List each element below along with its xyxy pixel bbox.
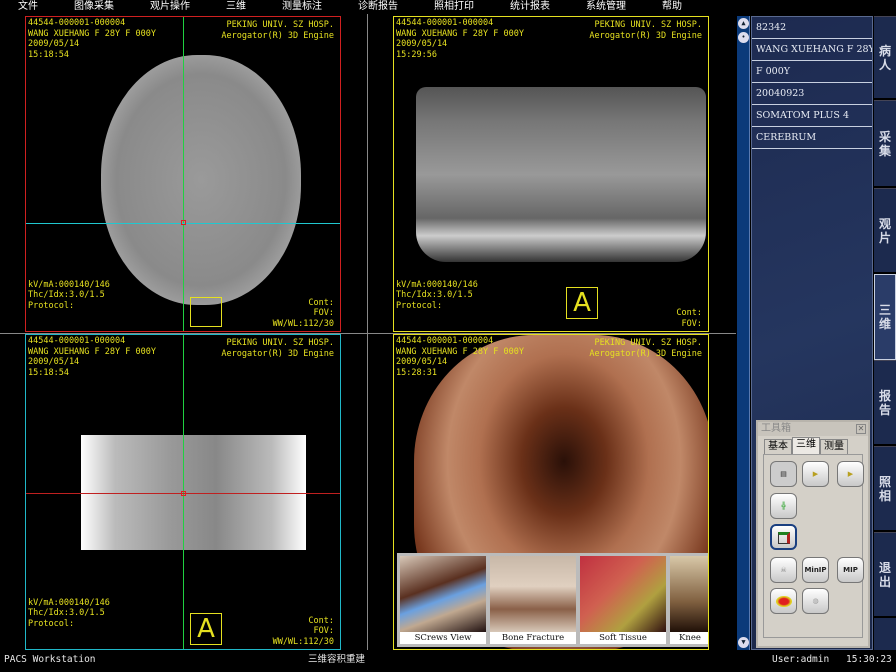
info-patient-name: WANG XUEHANG F 28Y <box>752 39 872 61</box>
info-scrollbar[interactable]: ▲ • ▼ <box>737 16 750 650</box>
ct-axial-image <box>101 55 301 305</box>
menu-measure[interactable]: 测量标注 <box>282 0 322 14</box>
tab-report[interactable]: 报告 <box>874 360 896 446</box>
status-user: User:admin <box>772 654 830 665</box>
preset-screws-view[interactable]: SCrews View <box>400 556 486 644</box>
scroll-up-icon[interactable]: ▲ <box>738 18 749 29</box>
minip-button[interactable]: MinIP <box>802 557 829 583</box>
menu-view[interactable]: 观片操作 <box>150 0 190 14</box>
skull-icon[interactable]: ☠ <box>770 557 797 583</box>
open-folder-icon[interactable]: ▶ <box>802 461 829 487</box>
scroll-down-icon[interactable]: ▼ <box>738 637 749 648</box>
tab-3d[interactable]: 三维 <box>874 274 896 360</box>
info-sex-age: F 000Y <box>752 61 872 83</box>
brain-color-icon[interactable] <box>770 588 797 614</box>
toolbox-tab-measure[interactable]: 测量 <box>820 439 848 454</box>
status-bar: PACS Workstation 三维容积重建 User:admin 15:30… <box>0 650 896 672</box>
tab-patient[interactable]: 病人 <box>874 16 896 100</box>
menu-system[interactable]: 系统管理 <box>586 0 626 14</box>
info-patient-id: 82342 <box>752 17 872 39</box>
volume-render-image <box>416 87 706 262</box>
orientation-marker: A <box>190 613 222 645</box>
info-date: 20040923 <box>752 83 872 105</box>
tab-photo[interactable]: 照相 <box>874 446 896 532</box>
scroll-thumb[interactable]: • <box>738 32 749 43</box>
info-modality: SOMATOM PLUS 4 <box>752 105 872 127</box>
export-folder-icon[interactable]: ▶ <box>837 461 864 487</box>
toolbox-title-bar[interactable]: 工具箱 ✕ <box>758 422 868 436</box>
viewport-axial[interactable]: 44544-000001-000004 WANG XUEHANG F 28Y F … <box>25 16 341 332</box>
crosshair-vertical[interactable] <box>183 17 184 331</box>
grid-divider <box>367 14 368 650</box>
status-app-name: PACS Workstation <box>4 654 96 665</box>
mip-button[interactable]: MIP <box>837 557 864 583</box>
cube-icon[interactable] <box>770 524 797 550</box>
preset-knee[interactable]: Knee <box>670 556 708 644</box>
tab-view[interactable]: 观片 <box>874 188 896 274</box>
menu-acquire[interactable]: 图像采集 <box>74 0 114 14</box>
brain-icon[interactable]: ◍ <box>802 588 829 614</box>
preset-bone-fracture[interactable]: Bone Fracture <box>490 556 576 644</box>
menu-file[interactable]: 文件 <box>18 0 38 14</box>
module-tabs: 病人 采集 观片 三维 报告 照相 退出 <box>874 16 896 650</box>
toolbox-tab-3d[interactable]: 三维 <box>792 437 820 454</box>
close-icon[interactable]: ✕ <box>856 424 866 434</box>
viewport-vr[interactable]: 44544-000001-000004 WANG XUEHANG F 28Y F … <box>393 334 709 650</box>
orientation-marker: A <box>566 287 598 319</box>
menu-help[interactable]: 帮助 <box>662 0 682 14</box>
menu-3d[interactable]: 三维 <box>226 0 246 14</box>
status-clock: 15:30:23 <box>846 654 892 665</box>
viewport-coronal[interactable]: A 44544-000001-000004 WANG XUEHANG F 28Y … <box>25 334 341 650</box>
viewport-grid: 44544-000001-000004 WANG XUEHANG F 28Y F … <box>0 14 736 650</box>
preset-soft-tissue[interactable]: Soft Tissue <box>580 556 666 644</box>
menu-report[interactable]: 诊断报告 <box>358 0 398 14</box>
mpr-planes-icon[interactable]: ╬ <box>770 493 797 519</box>
menu-print[interactable]: 照相打印 <box>434 0 474 14</box>
menu-stats[interactable]: 统计报表 <box>510 0 550 14</box>
toolbox-tab-basic[interactable]: 基本 <box>764 439 792 454</box>
preset-strip: SCrews View Bone Fracture Soft Tissue Kn… <box>397 553 708 647</box>
orientation-marker <box>190 297 222 327</box>
toolbox-panel: 工具箱 ✕ 基本 三维 测量 ▤ ▶ ▶ ╬ ☠ MinIP MIP ◍ <box>756 420 870 648</box>
stack-icon[interactable]: ▤ <box>770 461 797 487</box>
menu-bar: 文件 图像采集 观片操作 三维 测量标注 诊断报告 照相打印 统计报表 系统管理… <box>0 0 896 14</box>
crosshair-center[interactable] <box>181 220 186 225</box>
tab-acquire[interactable]: 采集 <box>874 100 896 188</box>
viewport-volume[interactable]: A 44544-000001-000004 WANG XUEHANG F 28Y … <box>393 16 709 332</box>
tab-exit[interactable]: 退出 <box>874 532 896 618</box>
info-body-part: CEREBRUM <box>752 127 872 149</box>
crosshair-center[interactable] <box>181 491 186 496</box>
status-mode: 三维容积重建 <box>308 654 366 665</box>
